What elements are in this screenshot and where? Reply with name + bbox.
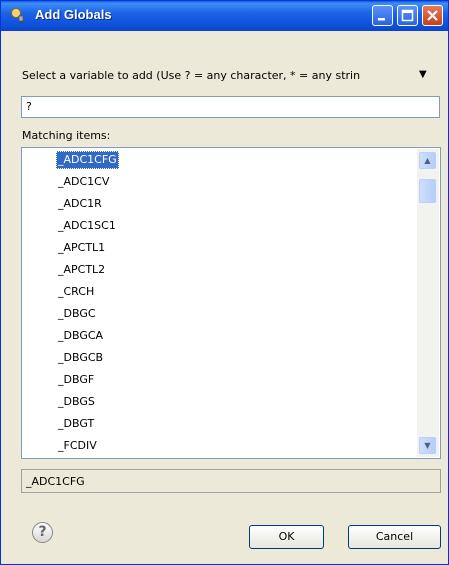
minimize-icon — [378, 18, 385, 21]
ok-button[interactable]: OK — [249, 525, 324, 549]
add-globals-dialog: Add Globals Select a variable to add (Us… — [0, 0, 449, 565]
list-item[interactable]: _DBGCB — [56, 349, 105, 367]
list-item[interactable]: _CRCH — [56, 283, 96, 301]
maximize-button[interactable] — [397, 5, 418, 26]
maximize-icon — [401, 9, 414, 22]
triangle-down-icon[interactable]: ▼ — [419, 69, 427, 80]
list-item[interactable]: _APCTL1 — [56, 239, 107, 257]
minimize-button[interactable] — [372, 5, 393, 26]
matching-items-label: Matching items: — [22, 129, 111, 142]
list-item[interactable]: _ADC1R — [56, 195, 104, 213]
list-item[interactable]: _ADC1CV — [56, 173, 111, 191]
filter-input[interactable]: ? — [21, 96, 440, 118]
title-bar[interactable]: Add Globals — [1, 1, 448, 31]
scroll-down-icon[interactable]: ▼ — [419, 437, 436, 454]
window-title: Add Globals — [35, 7, 112, 22]
list-item[interactable]: _APCTL2 — [56, 261, 107, 279]
prompt-label: Select a variable to add (Use ? = any ch… — [22, 69, 361, 82]
plug-icon — [10, 7, 26, 23]
list-item[interactable]: _ADC1SC1 — [56, 217, 118, 235]
list-item[interactable]: _DBGF — [56, 371, 96, 389]
list-item[interactable]: _DBGT — [56, 415, 96, 433]
selected-item-status: _ADC1CFG — [21, 469, 441, 493]
matching-items-list[interactable]: _ADC1CFG _ADC1CV _ADC1R _ADC1SC1 _APCTL1… — [21, 147, 441, 459]
close-icon — [427, 10, 438, 21]
list-item[interactable]: _DBGS — [56, 393, 97, 411]
list-item[interactable]: _ADC1CFG — [56, 151, 119, 169]
list-item[interactable]: _FCDIV — [56, 437, 99, 455]
scroll-up-icon[interactable]: ▲ — [419, 152, 436, 169]
list-item[interactable]: _DBGCA — [56, 327, 105, 345]
scroll-thumb[interactable] — [419, 179, 436, 203]
close-button[interactable] — [422, 5, 443, 26]
vertical-scrollbar[interactable]: ▲ ▼ — [417, 149, 439, 457]
help-icon[interactable]: ? — [32, 522, 53, 543]
cancel-button[interactable]: Cancel — [348, 525, 441, 549]
list-item[interactable]: _DBGC — [56, 305, 98, 323]
